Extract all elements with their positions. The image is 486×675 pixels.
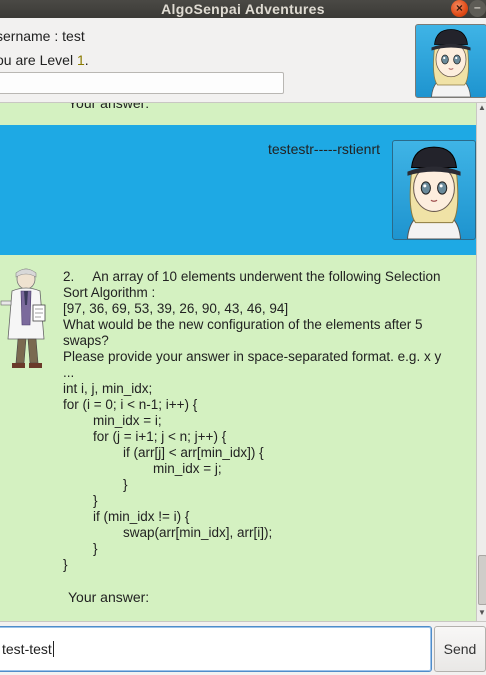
professor-icon: [0, 265, 54, 373]
window-title: AlgoSenpai Adventures: [161, 1, 325, 17]
level-label: ou are Level 1.: [0, 52, 89, 68]
user-message-row: testestr-----rstienrt: [0, 125, 476, 255]
level-number: 1: [76, 52, 85, 68]
scroll-thumb[interactable]: [478, 555, 486, 605]
answer-input[interactable]: test-test: [0, 626, 432, 672]
player-header: sername : test ou are Level 1.: [0, 18, 486, 103]
level-prefix: ou are Level: [0, 52, 77, 68]
user-avatar-icon: [392, 140, 476, 240]
user-message-text: testestr-----rstienrt: [268, 141, 380, 157]
previous-answer-label: Your answer:: [68, 103, 150, 111]
chat-history[interactable]: Your answer: testestr-----rstienrt 2. An…: [0, 103, 476, 621]
send-button[interactable]: Send: [434, 626, 486, 672]
bot-question-text: 2. An array of 10 elements underwent the…: [63, 269, 442, 572]
scroll-up-icon[interactable]: ▲: [478, 103, 486, 112]
username-label: sername : test: [0, 28, 85, 44]
user-avatar-icon: [415, 24, 486, 98]
app-window: AlgoSenpai Adventures × – sername : test…: [0, 0, 486, 675]
answer-footer: test-test Send: [0, 621, 486, 675]
title-bar: AlgoSenpai Adventures × –: [0, 0, 486, 18]
answer-prompt-label: Your answer:: [68, 589, 150, 605]
level-progress-bar: [0, 72, 284, 94]
chat-scrollbar[interactable]: ▲ ▼: [476, 103, 486, 621]
answer-input-value: test-test: [2, 641, 54, 657]
level-suffix: .: [84, 52, 89, 68]
scroll-down-icon[interactable]: ▼: [478, 608, 486, 617]
minimize-button[interactable]: –: [469, 0, 486, 17]
close-button[interactable]: ×: [451, 0, 468, 17]
